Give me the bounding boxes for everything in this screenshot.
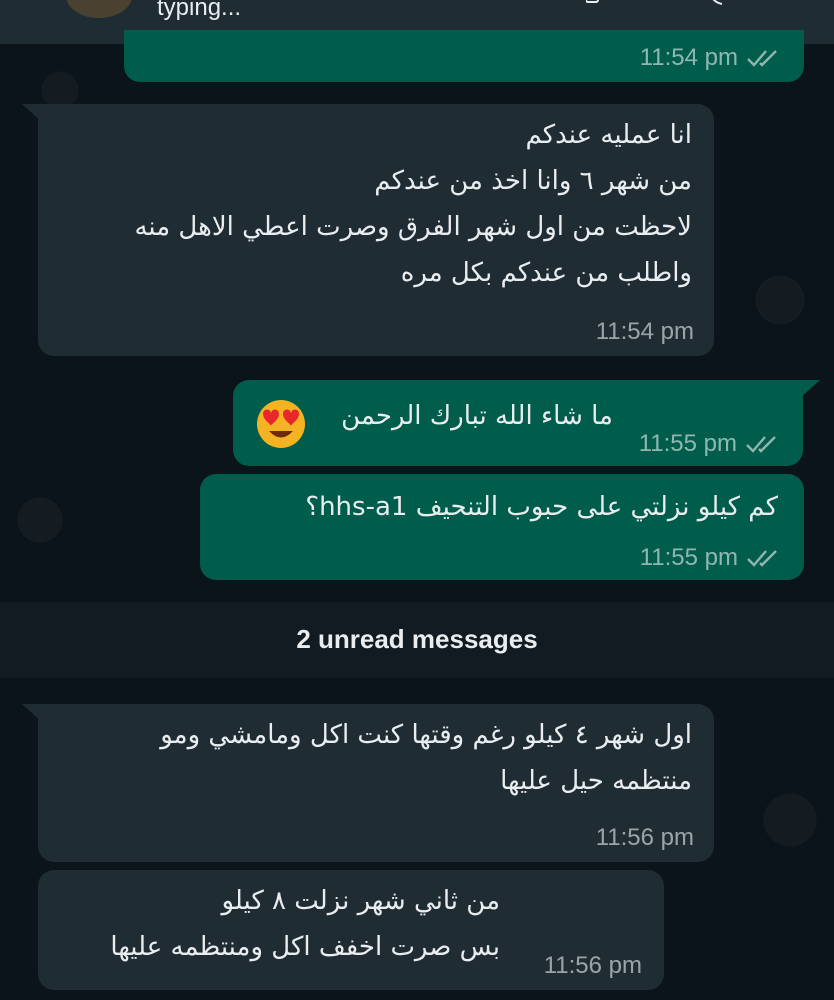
message-time: 11:54 pm [595, 318, 694, 345]
video-call-icon[interactable] [586, 0, 604, 6]
message-time: 11:55 pm [638, 430, 737, 457]
message-text: كم كيلو نزلتي على حبوب التنحيف hhs-a1؟ [305, 492, 778, 522]
message-outgoing[interactable]: 11:54 pm [124, 30, 804, 82]
read-double-tick-icon [746, 436, 776, 453]
message-outgoing[interactable]: ما شاء الله تبارك الرحمن 11:55 pm [233, 380, 803, 466]
message-text: انا عمليه عندكم من شهر ٦ وانا اخذ من عند… [134, 120, 692, 288]
message-time: 11:56 pm [595, 824, 694, 851]
message-time: 11:56 pm [543, 952, 642, 979]
message-time: 11:55 pm [639, 544, 738, 571]
message-time: 11:54 pm [639, 44, 738, 71]
bubble-tail [800, 380, 820, 398]
message-outgoing[interactable]: كم كيلو نزلتي على حبوب التنحيف hhs-a1؟ 1… [200, 474, 804, 580]
message-text: من ثاني شهر نزلت ٨ كيلو بس صرت اخفف اكل … [110, 886, 500, 962]
menu-dots-icon[interactable] [788, 0, 806, 6]
message-incoming[interactable]: انا عمليه عندكم من شهر ٦ وانا اخذ من عند… [38, 104, 714, 356]
read-double-tick-icon [747, 550, 777, 567]
read-double-tick-icon [747, 50, 777, 67]
voice-call-icon[interactable] [708, 0, 726, 6]
message-incoming[interactable]: اول شهر ٤ كيلو رغم وقتها كنت اكل ومامشي … [38, 704, 714, 862]
message-text: اول شهر ٤ كيلو رغم وقتها كنت اكل ومامشي … [160, 720, 692, 796]
contact-avatar[interactable] [64, 0, 134, 20]
unread-divider-label: 2 unread messages [296, 624, 538, 654]
heart-eyes-emoji-icon [257, 400, 305, 448]
message-incoming[interactable]: من ثاني شهر نزلت ٨ كيلو بس صرت اخفف اكل … [38, 870, 664, 990]
message-text: ما شاء الله تبارك الرحمن [341, 401, 613, 431]
typing-status: typing... [157, 0, 242, 21]
